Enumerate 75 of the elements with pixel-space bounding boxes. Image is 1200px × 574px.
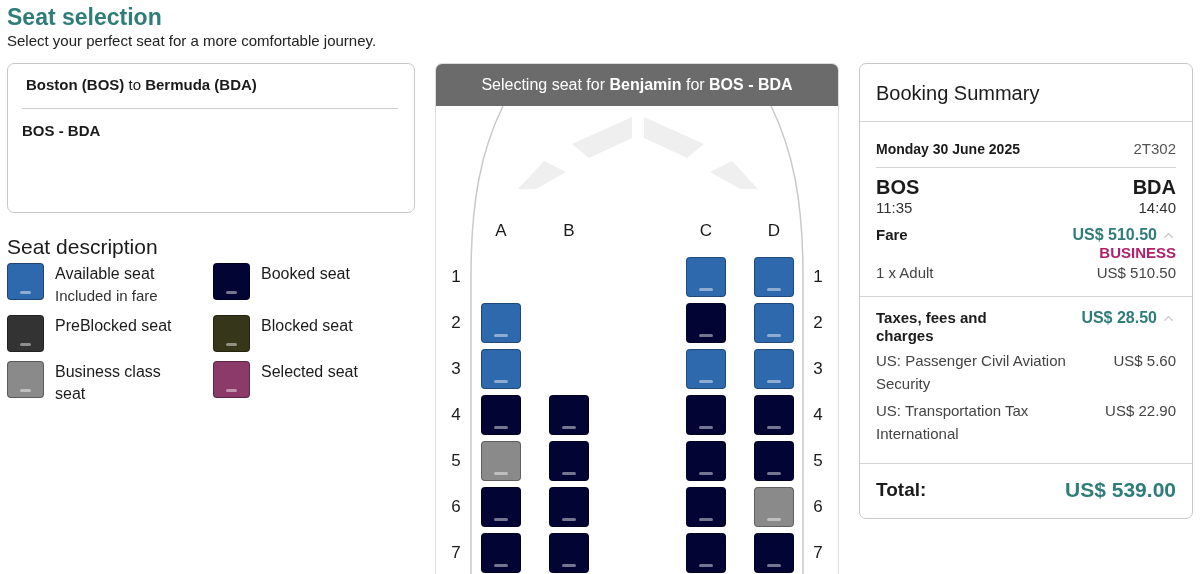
seat[interactable]: [754, 257, 794, 297]
row-number: 4: [450, 404, 462, 426]
seat[interactable]: [754, 349, 794, 389]
seat[interactable]: [754, 441, 794, 481]
seat[interactable]: [686, 533, 726, 573]
seat[interactable]: [481, 533, 521, 573]
seat[interactable]: [481, 395, 521, 435]
legend-label: Available seat: [55, 264, 156, 284]
seat[interactable]: [754, 487, 794, 527]
seat[interactable]: [754, 303, 794, 343]
column-letter: A: [494, 220, 508, 242]
seat[interactable]: [481, 441, 521, 481]
seat-map-header: Selecting seat for Benjamin for BOS - BDA: [436, 64, 838, 106]
route-text: Boston (BOS) to Bermuda (BDA): [22, 76, 398, 109]
taxes-label: Taxes, fees and charges: [876, 309, 988, 345]
legend-note: Included in fare: [55, 286, 159, 306]
seat[interactable]: [481, 487, 521, 527]
row-number: 7: [450, 542, 462, 564]
tax-line-amount: US$ 5.60: [1113, 351, 1176, 371]
row-number: 6: [450, 496, 462, 518]
page-title: Seat selection: [7, 4, 163, 30]
tax-line-label: US: Transportation Tax International: [876, 401, 1030, 444]
fare-line-amount: US$ 510.50: [1096, 263, 1176, 283]
seat[interactable]: [481, 349, 521, 389]
seat[interactable]: [549, 487, 589, 527]
seat[interactable]: [549, 533, 589, 573]
seat[interactable]: [481, 303, 521, 343]
flight-number: 2T302: [1133, 140, 1176, 157]
seat[interactable]: [686, 487, 726, 527]
row-number: 1: [812, 266, 824, 288]
row-number: 3: [450, 358, 462, 380]
tax-line-amount: US$ 22.90: [1105, 401, 1176, 421]
taxes-amount: US$ 28.50: [1081, 309, 1157, 327]
legend-label: Business class seat: [55, 362, 162, 404]
total-label: Total:: [876, 479, 927, 501]
summary-title: Booking Summary: [860, 64, 1192, 122]
legend-label: PreBlocked seat: [55, 316, 173, 336]
segment-label: BOS - BDA: [22, 122, 102, 139]
fare-amount: US$ 510.50: [1072, 226, 1157, 244]
seat[interactable]: [686, 257, 726, 297]
total-amount: US$ 539.00: [1065, 478, 1176, 502]
column-letter: D: [766, 220, 782, 242]
row-number: 3: [812, 358, 824, 380]
legend-label: Blocked seat: [261, 316, 354, 336]
column-letter: C: [698, 220, 714, 242]
column-letter: B: [562, 220, 576, 242]
row-number: 1: [450, 266, 462, 288]
fare-line-label: 1 x Adult: [876, 263, 934, 283]
row-number: 4: [812, 404, 824, 426]
row-number: 2: [812, 312, 824, 334]
row-number: 2: [450, 312, 462, 334]
legend-label: Booked seat: [261, 264, 351, 284]
seat[interactable]: [754, 533, 794, 573]
seat[interactable]: [686, 395, 726, 435]
destination-code: BDA: [1132, 176, 1176, 199]
tax-line-label: US: Passenger Civil Aviation Security: [876, 351, 1067, 394]
seat[interactable]: [754, 395, 794, 435]
arrival-time: 14:40: [1138, 199, 1176, 216]
seat[interactable]: [549, 441, 589, 481]
departure-time: 11:35: [876, 199, 913, 216]
seat[interactable]: [686, 349, 726, 389]
row-number: 5: [450, 450, 462, 472]
page-subtitle: Select your perfect seat for a more comfortable journey.: [7, 32, 378, 49]
legend-label: Selected seat: [261, 362, 359, 382]
seat[interactable]: [549, 395, 589, 435]
row-number: 5: [812, 450, 824, 472]
seat[interactable]: [686, 303, 726, 343]
legend-title: Seat description: [7, 235, 159, 259]
row-number: 6: [812, 496, 824, 518]
row-number: 7: [812, 542, 824, 564]
fare-label: Fare: [876, 226, 908, 244]
cabin-class: BUSINESS: [1099, 244, 1176, 261]
flight-date: Monday 30 June 2025: [876, 140, 1020, 157]
origin-code: BOS: [876, 176, 920, 199]
seat[interactable]: [686, 441, 726, 481]
